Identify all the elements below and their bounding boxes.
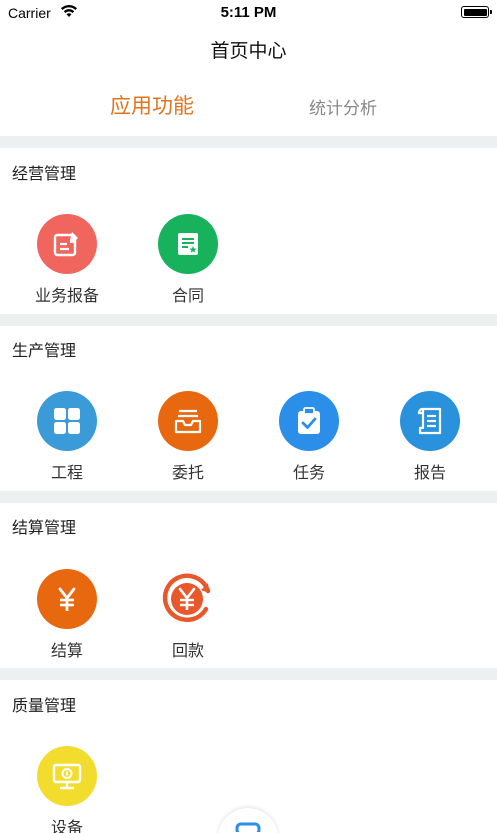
item-label: 业务报备 xyxy=(34,286,99,305)
battery-icon xyxy=(461,6,492,18)
clipboard-check-icon xyxy=(279,391,339,451)
yen-return-icon xyxy=(158,569,218,629)
item-payment-return[interactable]: 回款 xyxy=(138,569,238,669)
item-project[interactable]: 工程 xyxy=(17,391,117,491)
section-title-business: 经营管理 xyxy=(12,164,77,183)
section-title-production: 生产管理 xyxy=(12,341,77,360)
item-contract[interactable]: 合同 xyxy=(138,214,238,314)
item-label: 结算 xyxy=(50,641,83,660)
item-label: 回款 xyxy=(171,641,204,660)
yen-icon xyxy=(37,569,97,629)
section-divider xyxy=(0,668,497,680)
clock-time: 5:11 PM xyxy=(220,4,277,21)
item-business-report[interactable]: 业务报备 xyxy=(17,214,117,314)
monitor-icon xyxy=(37,746,97,806)
tab-bar: 应用功能 统计分析 xyxy=(0,86,497,136)
item-label: 委托 xyxy=(171,463,204,482)
contract-icon xyxy=(158,214,218,274)
grid-apps-icon xyxy=(37,391,97,451)
item-label: 工程 xyxy=(50,463,83,482)
item-label: 设备 xyxy=(50,818,83,833)
item-report[interactable]: 报告 xyxy=(380,391,480,491)
status-bar: Carrier 5:11 PM xyxy=(0,0,497,26)
section-divider xyxy=(0,491,497,503)
item-label: 合同 xyxy=(171,286,204,305)
inbox-tray-icon xyxy=(158,391,218,451)
report-edit-icon xyxy=(37,214,97,274)
tab-app-functions[interactable]: 应用功能 xyxy=(72,90,232,120)
section-title-quality: 质量管理 xyxy=(12,696,77,715)
item-task[interactable]: 任务 xyxy=(259,391,359,491)
item-settlement[interactable]: 结算 xyxy=(17,569,117,669)
floating-action-button[interactable] xyxy=(218,808,278,833)
floating-button-icon xyxy=(235,822,261,832)
item-label: 报告 xyxy=(413,463,446,482)
item-equipment[interactable]: 设备 xyxy=(17,746,117,833)
scroll-document-icon xyxy=(400,391,460,451)
page-title: 首页中心 xyxy=(210,40,287,62)
section-divider xyxy=(0,314,497,326)
item-entrust[interactable]: 委托 xyxy=(138,391,238,491)
item-label: 任务 xyxy=(292,463,325,482)
section-title-settlement: 结算管理 xyxy=(12,518,77,537)
tab-statistics[interactable]: 统计分析 xyxy=(263,94,423,119)
section-divider xyxy=(0,136,497,148)
